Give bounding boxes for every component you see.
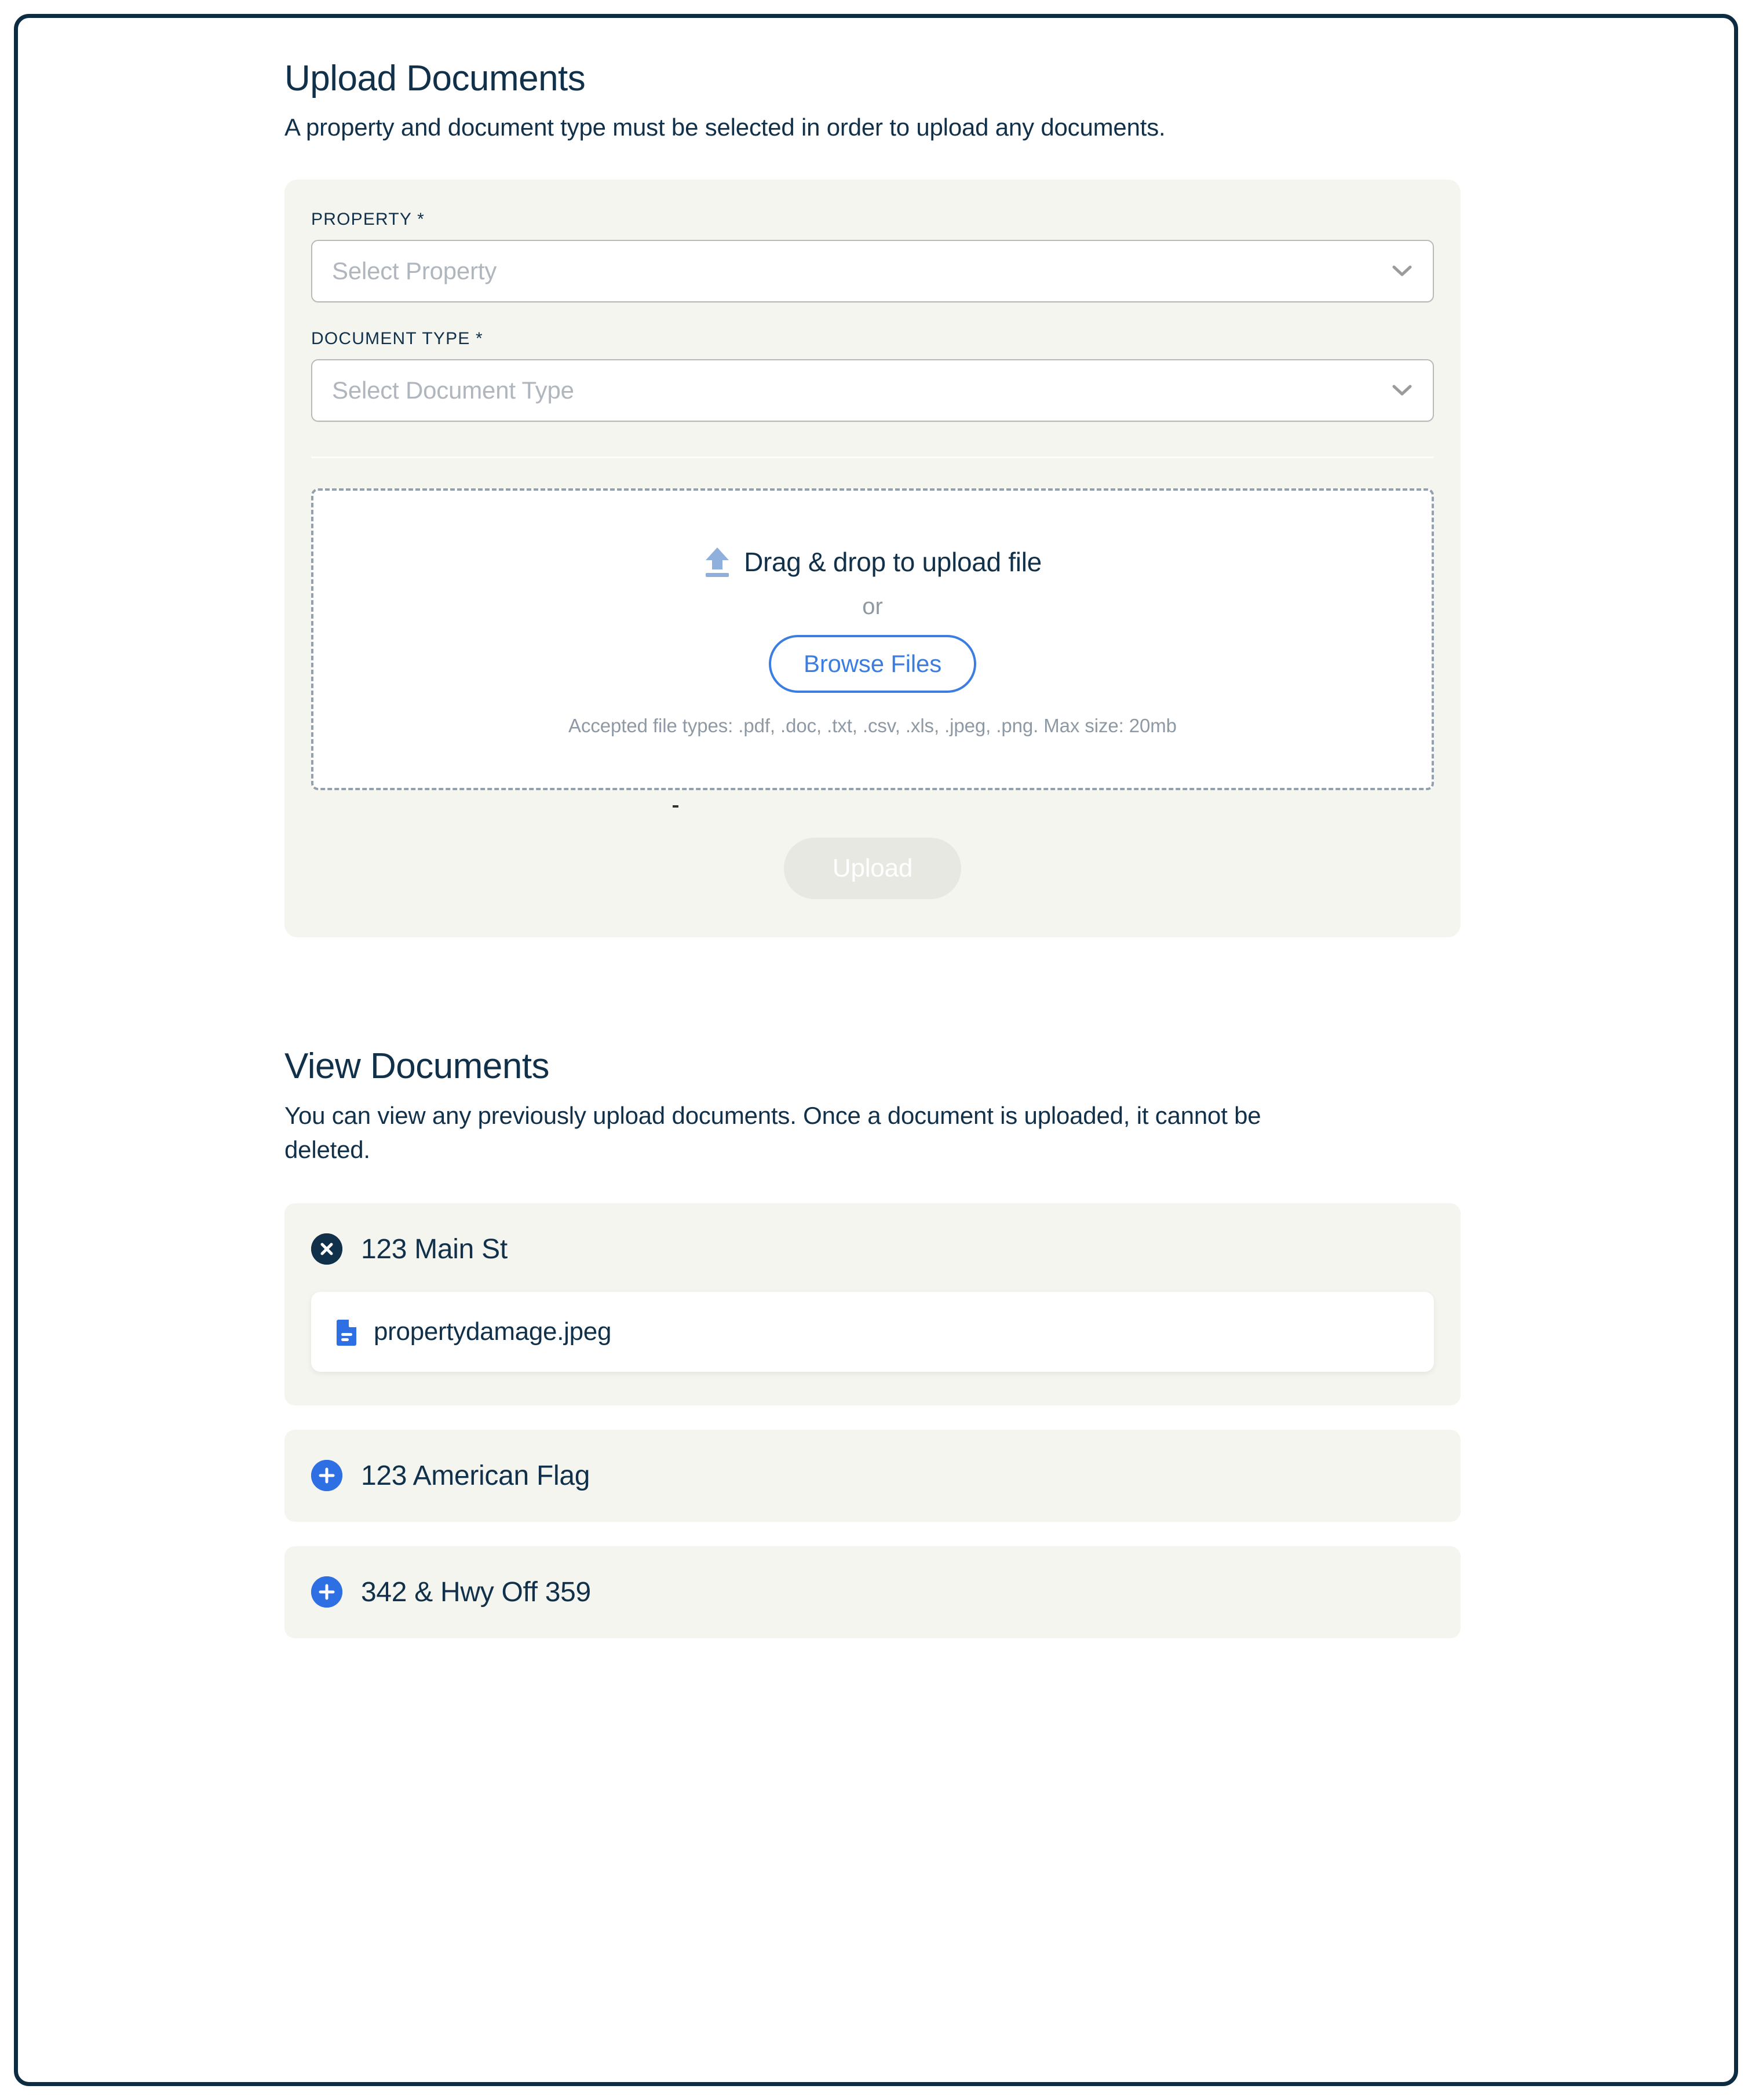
upload-page-subtitle: A property and document type must be sel… [284, 114, 1166, 141]
document-filename: propertydamage.jpeg [374, 1317, 612, 1346]
dropzone-accepted-types-note: Accepted file types: .pdf, .doc, .txt, .… [568, 715, 1177, 737]
plus-circle-icon[interactable] [311, 1576, 342, 1608]
property-accordion-item: 123 Main St propertydamage.jpeg [284, 1203, 1461, 1405]
property-select[interactable]: Select Property [311, 240, 1434, 303]
hidden-file-input-artifact[interactable] [673, 805, 678, 808]
dropzone-or-label: or [862, 594, 883, 620]
page-content: Upload Documents A property and document… [284, 59, 1501, 1663]
property-accordion-header[interactable]: 123 American Flag [311, 1460, 1434, 1492]
document-row[interactable]: propertydamage.jpeg [311, 1291, 1434, 1372]
upload-form-card: PROPERTY * Select Property DOCUMENT TYPE… [284, 180, 1461, 938]
dropzone-title: Drag & drop to upload file [744, 547, 1042, 578]
view-documents-section: View Documents You can view any previous… [284, 1046, 1501, 1638]
document-type-field-group: DOCUMENT TYPE * Select Document Type [311, 329, 1434, 422]
property-documents-list: propertydamage.jpeg [311, 1291, 1434, 1372]
close-circle-icon[interactable] [311, 1233, 342, 1265]
field-spacer [311, 302, 1434, 329]
property-select-placeholder: Select Property [332, 257, 497, 285]
document-type-select-placeholder: Select Document Type [332, 377, 574, 404]
upload-button[interactable]: Upload [783, 838, 962, 900]
file-dropzone[interactable]: Drag & drop to upload file or Browse Fil… [311, 488, 1434, 808]
chevron-down-icon [1392, 265, 1412, 277]
document-icon [335, 1318, 359, 1346]
property-accordion-item: 342 & Hwy Off 359 [284, 1546, 1461, 1638]
property-name: 123 Main St [361, 1233, 508, 1265]
dropzone-headline-row: Drag & drop to upload file [337, 546, 1408, 578]
property-name: 123 American Flag [361, 1460, 590, 1491]
browse-files-button[interactable]: Browse Files [769, 635, 976, 693]
property-accordion-header[interactable]: 123 Main St [311, 1233, 1434, 1265]
property-accordion-list: 123 Main St propertydamage.jpeg 123 Amer… [284, 1203, 1501, 1638]
upload-page-title: Upload Documents [284, 59, 586, 98]
upload-documents-section: Upload Documents A property and document… [284, 59, 1501, 938]
form-divider [311, 456, 1434, 459]
upload-button-container: Upload [311, 838, 1434, 900]
property-accordion-header[interactable]: 342 & Hwy Off 359 [311, 1576, 1434, 1608]
property-field-label: PROPERTY * [311, 210, 425, 229]
property-name: 342 & Hwy Off 359 [361, 1576, 591, 1608]
property-field-group: PROPERTY * Select Property [311, 210, 1434, 303]
app-frame: Upload Documents A property and document… [14, 14, 1738, 2086]
plus-circle-icon[interactable] [311, 1460, 342, 1492]
view-page-title: View Documents [284, 1046, 550, 1087]
upload-arrow-icon [703, 546, 731, 578]
document-type-select[interactable]: Select Document Type [311, 359, 1434, 422]
chevron-down-icon [1392, 385, 1412, 396]
document-type-field-label: DOCUMENT TYPE * [311, 329, 483, 349]
property-accordion-item: 123 American Flag [284, 1429, 1461, 1522]
view-page-subtitle: You can view any previously upload docum… [284, 1101, 1261, 1164]
